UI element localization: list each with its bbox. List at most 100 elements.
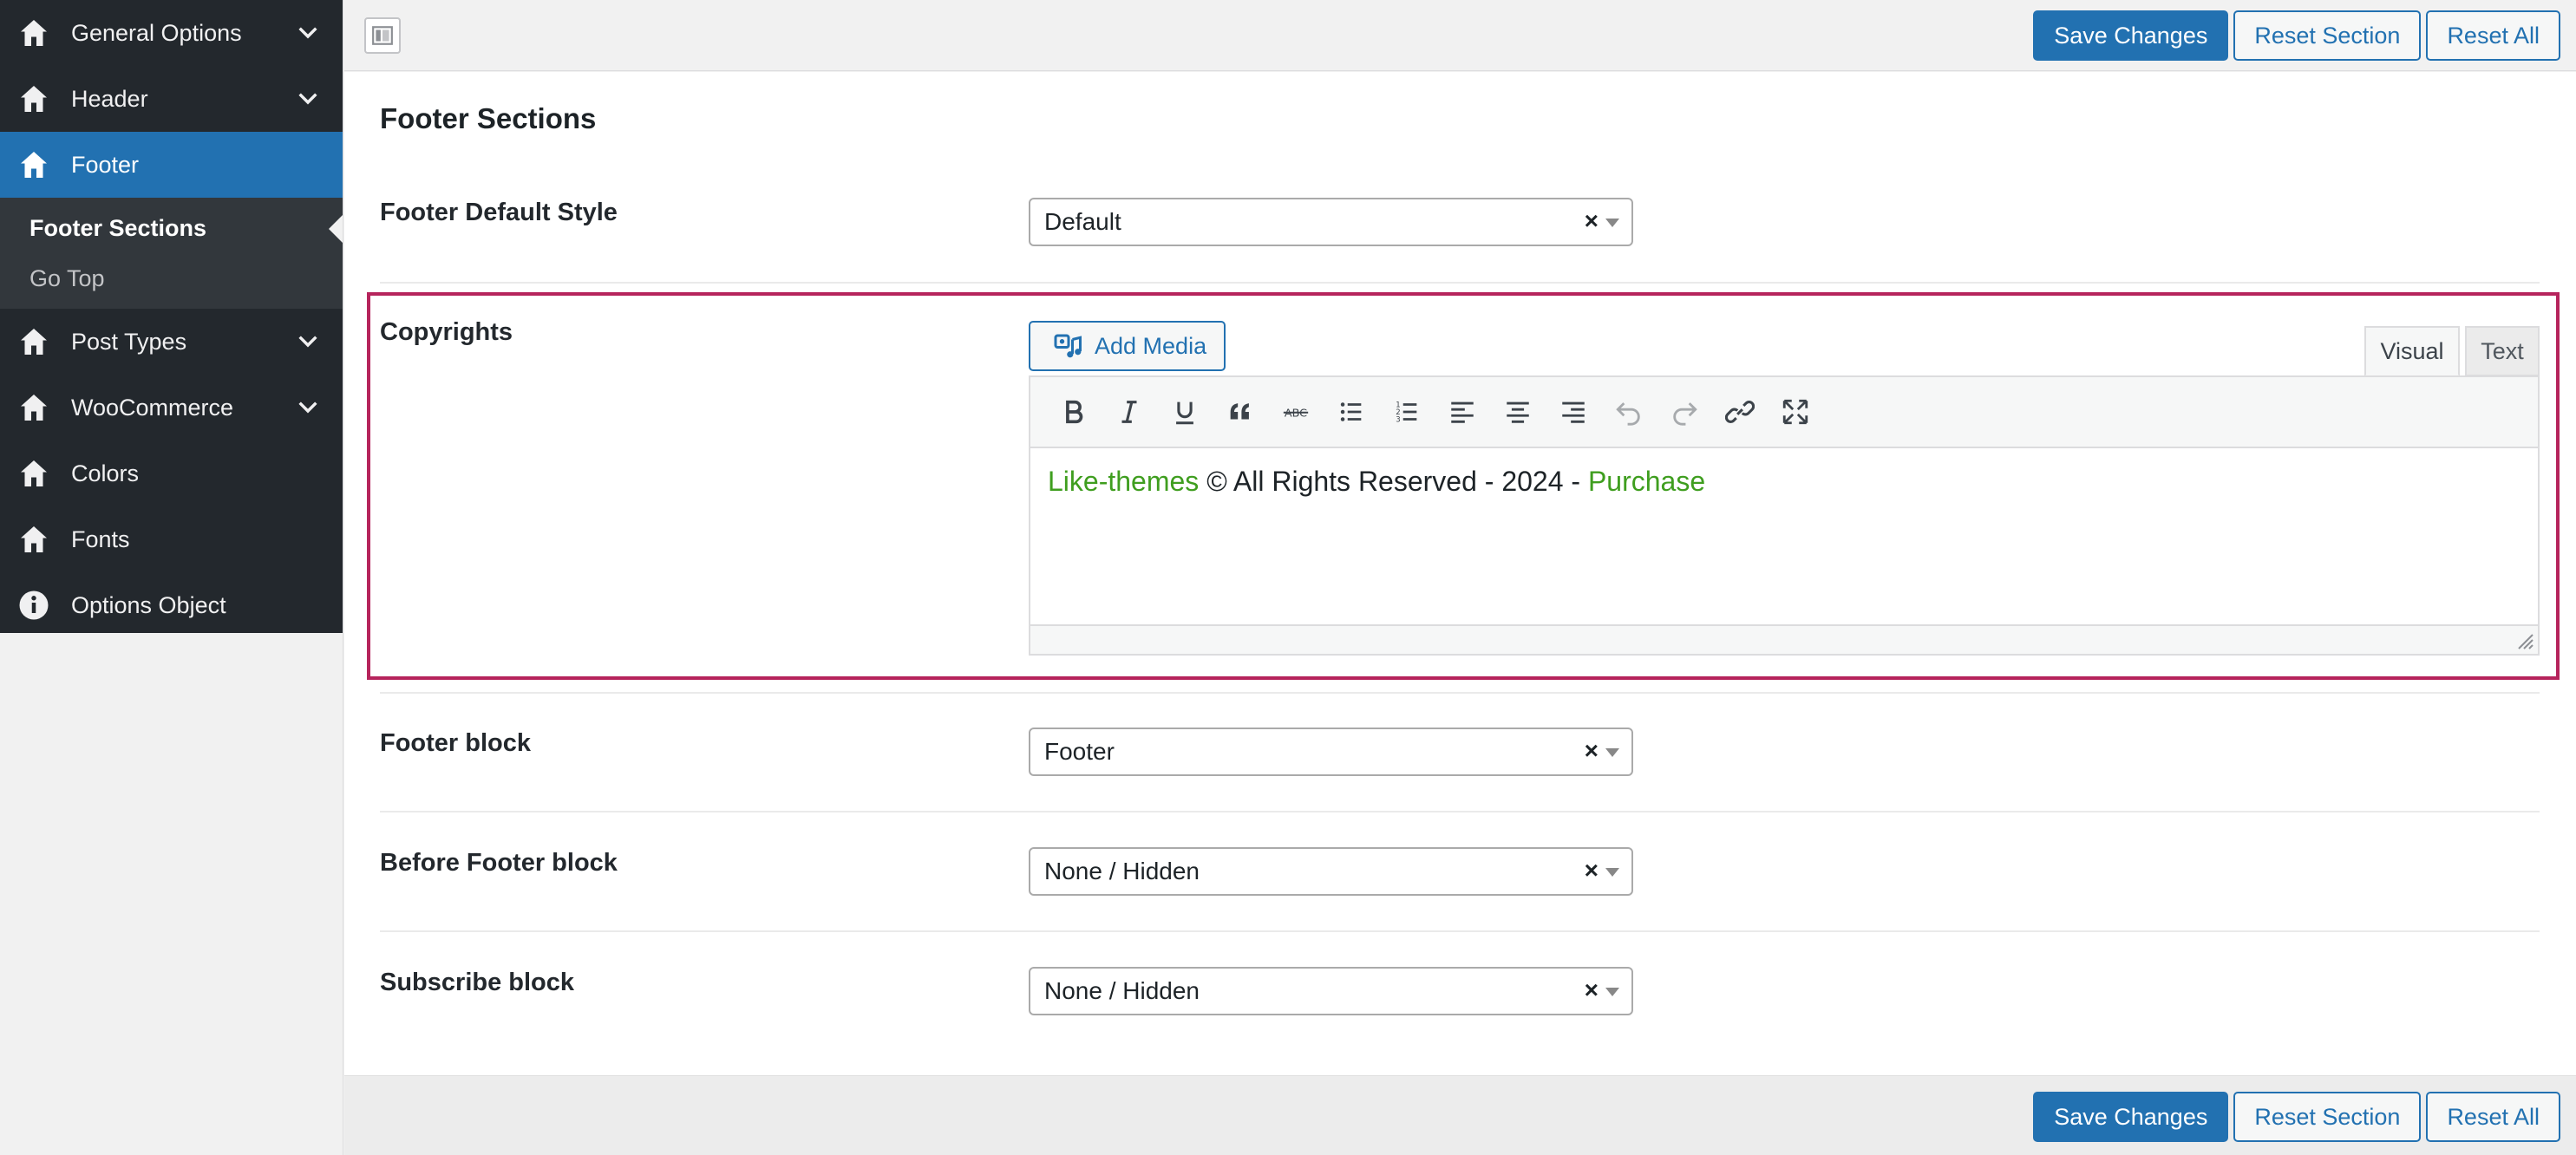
align-center-button[interactable] [1490,390,1546,434]
nav-item-footer[interactable]: Footer [0,132,343,198]
strikethrough-icon: ABC [1283,408,1309,421]
before-footer-block-select[interactable]: None / Hidden × [1029,847,1633,896]
nav-item-label: WooCommerce [71,394,234,421]
clear-selection-icon[interactable]: × [1585,976,1599,1004]
resize-grip-icon[interactable] [2517,633,2534,650]
copyrights-label: Copyrights [380,318,513,346]
nav-item-fonts[interactable]: Fonts [0,506,343,572]
strikethrough-button[interactable]: ABC [1268,390,1324,434]
home-icon [17,16,50,49]
select-value: None / Hidden [1044,858,1200,884]
options-sidebar: General Options Header Footer Footer Sec… [0,0,343,1155]
options-main: Footer Sections Footer Default Style Def… [344,72,2576,1075]
reset-all-button[interactable]: Reset All [2426,1092,2560,1142]
nav-item-label: Fonts [71,525,130,552]
redo-button[interactable] [1657,390,1712,434]
nav-item-label: Options Object [71,591,226,618]
underline-icon [1176,401,1193,425]
content-text: © All Rights Reserved - 2024 - [1199,466,1588,497]
row-divider [380,692,2540,694]
options-nav: General Options Header Footer Footer Sec… [0,0,343,633]
nav-item-colors[interactable]: Colors [0,440,343,506]
row-divider [380,930,2540,932]
subscribe-block-label: Subscribe block [380,969,575,996]
numbered-list-button[interactable]: 123 [1379,390,1435,434]
undo-icon [1616,402,1640,426]
info-icon [17,589,50,622]
tab-visual[interactable]: Visual [2364,326,2460,376]
expand-toggle-button[interactable] [364,17,401,54]
reset-section-button[interactable]: Reset Section [2233,1092,2422,1142]
bottom-action-bar: Save Changes Reset Section Reset All [344,1075,2576,1155]
nav-item-options-object[interactable]: Options Object [0,572,343,638]
chevron-down-icon [298,336,317,348]
top-button-group: Save Changes Reset Section Reset All [2033,10,2560,61]
subscribe-block-select[interactable]: None / Hidden × [1029,967,1633,1015]
nav-item-label: Footer [71,151,140,178]
top-action-bar: Save Changes Reset Section Reset All [344,0,2576,71]
blockquote-button[interactable] [1213,390,1268,434]
insert-link-button[interactable] [1712,390,1768,434]
home-icon [17,148,50,181]
chevron-down-icon [298,401,317,414]
content-link-like-themes[interactable]: Like-themes [1048,466,1199,497]
dropdown-arrow-icon[interactable] [1605,868,1619,877]
media-icon [1054,334,1082,358]
subnav-item-go-top[interactable]: Go Top [0,253,343,303]
tab-text[interactable]: Text [2465,326,2540,376]
redo-icon [1673,402,1697,426]
dropdown-arrow-icon[interactable] [1605,988,1619,996]
underline-button[interactable] [1157,390,1213,434]
layout-toggle-icon [372,26,393,45]
nav-item-post-types[interactable]: Post Types [0,309,343,375]
align-right-icon [1562,401,1585,423]
nav-item-label: Post Types [71,328,187,355]
add-media-label: Add Media [1095,332,1207,359]
add-media-button[interactable]: Add Media [1029,321,1226,371]
dropdown-arrow-icon[interactable] [1605,748,1619,757]
fullscreen-button[interactable] [1768,390,1823,434]
editor-statusbar [1030,624,2538,654]
chevron-down-icon [298,93,317,105]
copyrights-editor: ABC 123 Like-themes © All Rights Reserve… [1029,375,2540,656]
align-right-button[interactable] [1546,390,1601,434]
clear-selection-icon[interactable]: × [1585,207,1599,235]
nav-item-label: General Options [71,19,242,46]
svg-text:3: 3 [1396,415,1400,424]
reset-all-button[interactable]: Reset All [2426,10,2560,61]
content-link-purchase[interactable]: Purchase [1588,466,1705,497]
align-left-icon [1451,401,1474,423]
italic-icon [1121,401,1137,423]
bullet-list-button[interactable] [1324,390,1379,434]
blockquote-icon [1230,403,1249,420]
chevron-down-icon [298,27,317,39]
nav-item-label: Colors [71,460,140,486]
align-center-icon [1507,401,1529,423]
footer-default-style-select[interactable]: Default × [1029,198,1633,246]
align-left-button[interactable] [1435,390,1490,434]
current-pointer [329,215,343,243]
editor-content[interactable]: Like-themes © All Rights Reserved - 2024… [1030,448,2538,515]
save-changes-button[interactable]: Save Changes [2033,1092,2229,1142]
save-changes-button[interactable]: Save Changes [2033,10,2229,61]
bullet-list-icon [1340,402,1362,421]
home-icon [17,82,50,115]
nav-item-header[interactable]: Header [0,66,343,132]
link-icon [1725,401,1755,423]
section-title: Footer Sections [380,102,597,134]
subnav-item-footer-sections[interactable]: Footer Sections [0,203,343,253]
footer-block-select[interactable]: Footer × [1029,728,1633,776]
nav-item-label: Header [71,85,148,112]
bold-button[interactable] [1046,390,1102,434]
undo-button[interactable] [1601,390,1657,434]
nav-item-woocommerce[interactable]: WooCommerce [0,375,343,440]
clear-selection-icon[interactable]: × [1585,737,1599,765]
footer-default-style-label: Footer Default Style [380,199,618,226]
dropdown-arrow-icon[interactable] [1605,219,1619,227]
nav-item-general-options[interactable]: General Options [0,0,343,66]
select-value: Default [1044,208,1121,235]
italic-button[interactable] [1102,390,1157,434]
reset-section-button[interactable]: Reset Section [2233,10,2422,61]
clear-selection-icon[interactable]: × [1585,857,1599,884]
bold-icon [1066,400,1083,424]
